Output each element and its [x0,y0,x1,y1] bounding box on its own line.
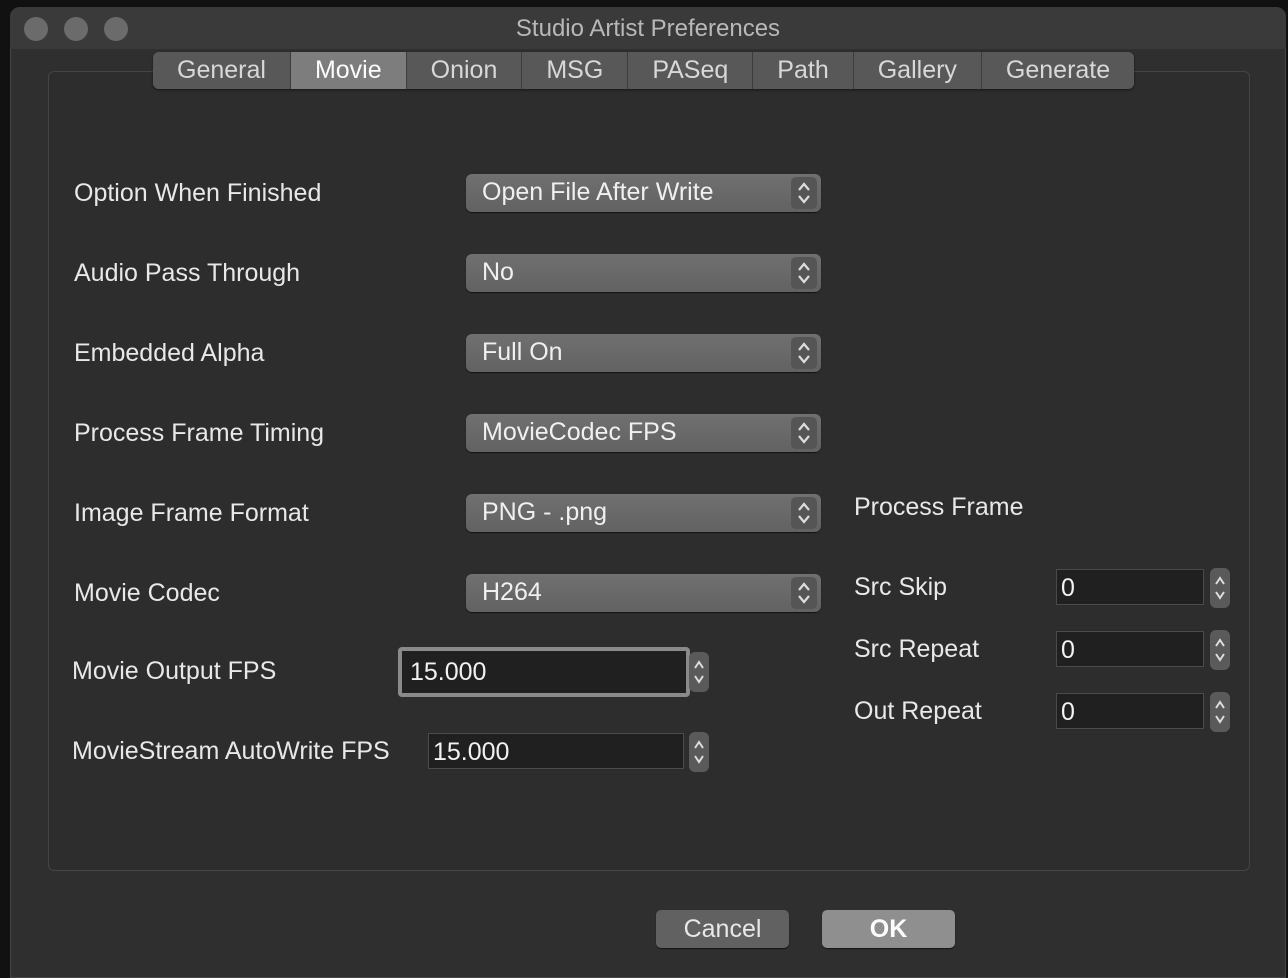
src-skip-value: 0 [1061,574,1075,602]
tab-path[interactable]: Path [753,52,854,89]
moviestream-autowrite-fps-label: MovieStream AutoWrite FPS [72,737,390,765]
image-frame-format-value: PNG - .png [482,498,608,526]
out-repeat-stepper[interactable] [1210,692,1230,732]
audio-pass-through-label: Audio Pass Through [74,259,301,287]
tab-movie[interactable]: Movie [290,52,407,89]
option-when-finished-value: Open File After Write [482,178,714,206]
up-down-chevron-icon [791,337,817,369]
option-when-finished-label: Option When Finished [74,179,322,207]
up-down-chevron-icon [791,497,817,529]
process-frame-timing-label: Process Frame Timing [74,419,325,447]
process-frame-timing-popup[interactable]: MovieCodec FPS [466,414,821,452]
embedded-alpha-value: Full On [482,338,563,366]
moviestream-autowrite-fps-stepper[interactable] [689,732,709,772]
title-bar: Studio Artist Preferences [10,7,1286,49]
tab-general[interactable]: General [153,52,291,89]
moviestream-autowrite-fps-value: 15.000 [433,738,510,766]
src-repeat-stepper[interactable] [1210,630,1230,670]
option-when-finished-popup[interactable]: Open File After Write [466,174,821,212]
image-frame-format-popup[interactable]: PNG - .png [466,494,821,532]
stepper-arrows-icon [1215,700,1225,724]
up-down-chevron-icon [791,417,817,449]
stepper-arrows-icon [1215,638,1225,662]
src-repeat-value: 0 [1061,636,1075,664]
embedded-alpha-label: Embedded Alpha [74,339,265,367]
src-repeat-label: Src Repeat [854,635,980,663]
stepper-arrows-icon [1215,576,1225,600]
moviestream-autowrite-fps-field[interactable]: 15.000 [428,733,684,769]
out-repeat-label: Out Repeat [854,697,982,725]
movie-output-fps-label: Movie Output FPS [72,657,277,685]
movie-output-fps-field[interactable]: 15.000 [398,647,690,697]
ok-button[interactable]: OK [822,910,955,948]
tab-msg[interactable]: MSG [522,52,629,89]
tab-onion[interactable]: Onion [406,52,523,89]
audio-pass-through-popup[interactable]: No [466,254,821,292]
tab-bar: General Movie Onion MSG PASeq Path Galle… [153,52,1135,89]
out-repeat-field[interactable]: 0 [1056,693,1204,729]
process-frame-heading: Process Frame [854,493,1024,521]
stepper-arrows-icon [694,740,704,764]
stepper-arrows-icon [694,660,704,684]
movie-output-fps-value: 15.000 [410,658,487,686]
image-frame-format-label: Image Frame Format [74,499,309,527]
window-title: Studio Artist Preferences [515,15,781,42]
embedded-alpha-popup[interactable]: Full On [466,334,821,372]
up-down-chevron-icon [791,577,817,609]
movie-output-fps-stepper[interactable] [689,652,709,692]
up-down-chevron-icon [791,177,817,209]
tab-generate[interactable]: Generate [981,52,1135,89]
movie-codec-popup[interactable]: H264 [466,574,821,612]
movie-codec-value: H264 [482,578,542,606]
tab-paseq[interactable]: PASeq [628,52,754,89]
audio-pass-through-value: No [482,258,514,286]
preferences-window: Studio Artist Preferences General Movie … [10,7,1286,978]
src-skip-label: Src Skip [854,573,948,601]
tab-gallery[interactable]: Gallery [853,52,982,89]
src-repeat-field[interactable]: 0 [1056,631,1204,667]
out-repeat-value: 0 [1061,698,1075,726]
src-skip-stepper[interactable] [1210,568,1230,608]
up-down-chevron-icon [791,257,817,289]
src-skip-field[interactable]: 0 [1056,569,1204,605]
process-frame-timing-value: MovieCodec FPS [482,418,677,446]
movie-codec-label: Movie Codec [74,579,220,607]
cancel-button[interactable]: Cancel [656,910,789,948]
